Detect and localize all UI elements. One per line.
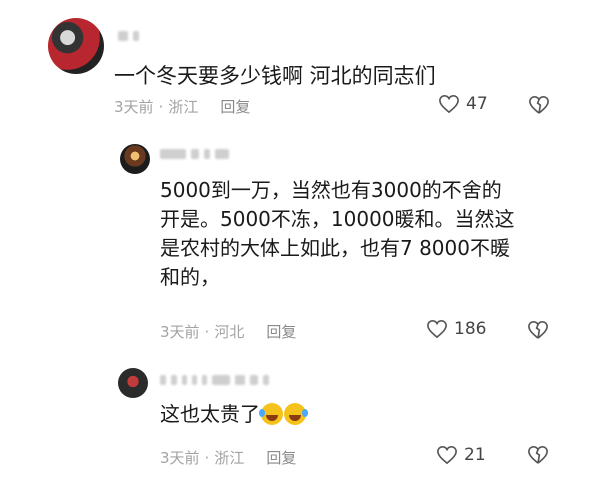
reply-button[interactable]: 回复 [266, 449, 296, 467]
comment-location: 浙江 [168, 98, 199, 116]
comment-meta: 3天前 · 河北 回复 [160, 323, 297, 341]
comment-meta: 3天前 · 浙江 回复 [160, 449, 297, 467]
reply-line: 和的， [160, 265, 220, 289]
reply-text-content: 这也太贵了 [160, 402, 260, 426]
reply-line: 开是。5000不冻，10000暖和。当然这 [160, 207, 515, 231]
avatar[interactable] [118, 368, 148, 398]
broken-heart-icon[interactable] [527, 445, 549, 465]
laughing-crying-emoji-icon [259, 403, 283, 425]
like-count: 21 [464, 445, 486, 465]
broken-heart-icon[interactable] [527, 320, 549, 340]
reply-button[interactable]: 回复 [220, 98, 250, 116]
like-button[interactable]: 47 [438, 94, 488, 114]
username-blurred[interactable] [118, 30, 139, 42]
comment-location: 浙江 [214, 449, 245, 467]
heart-outline-icon [427, 319, 447, 339]
like-button[interactable]: 186 [426, 319, 486, 339]
username-blurred[interactable] [160, 374, 269, 386]
avatar[interactable] [120, 144, 150, 174]
comment-time: 3天前 [114, 98, 154, 116]
heart-outline-icon [439, 94, 459, 114]
avatar[interactable] [48, 18, 104, 74]
comment-text: 一个冬天要多少钱啊 河北的同志们 [114, 64, 436, 88]
username-blurred[interactable] [160, 148, 229, 160]
heart-outline-icon [437, 445, 457, 465]
comment-time: 3天前 [160, 323, 200, 341]
comment-time: 3天前 [160, 449, 200, 467]
like-count: 186 [454, 319, 487, 339]
reply-line: 是农村的大体上如此，也有7 8000不暖 [160, 236, 510, 260]
reply-button[interactable]: 回复 [266, 323, 296, 341]
broken-heart-icon[interactable] [528, 95, 550, 115]
laughing-crying-emoji-icon [284, 403, 308, 425]
comment-meta: 3天前 · 浙江 回复 [114, 98, 251, 116]
like-button[interactable]: 21 [436, 445, 486, 465]
like-count: 47 [466, 94, 488, 114]
reply-line: 5000到一万，当然也有3000的不舍的 [160, 178, 502, 202]
reply-text: 这也太贵了 [160, 400, 308, 429]
comment-location: 河北 [214, 323, 245, 341]
